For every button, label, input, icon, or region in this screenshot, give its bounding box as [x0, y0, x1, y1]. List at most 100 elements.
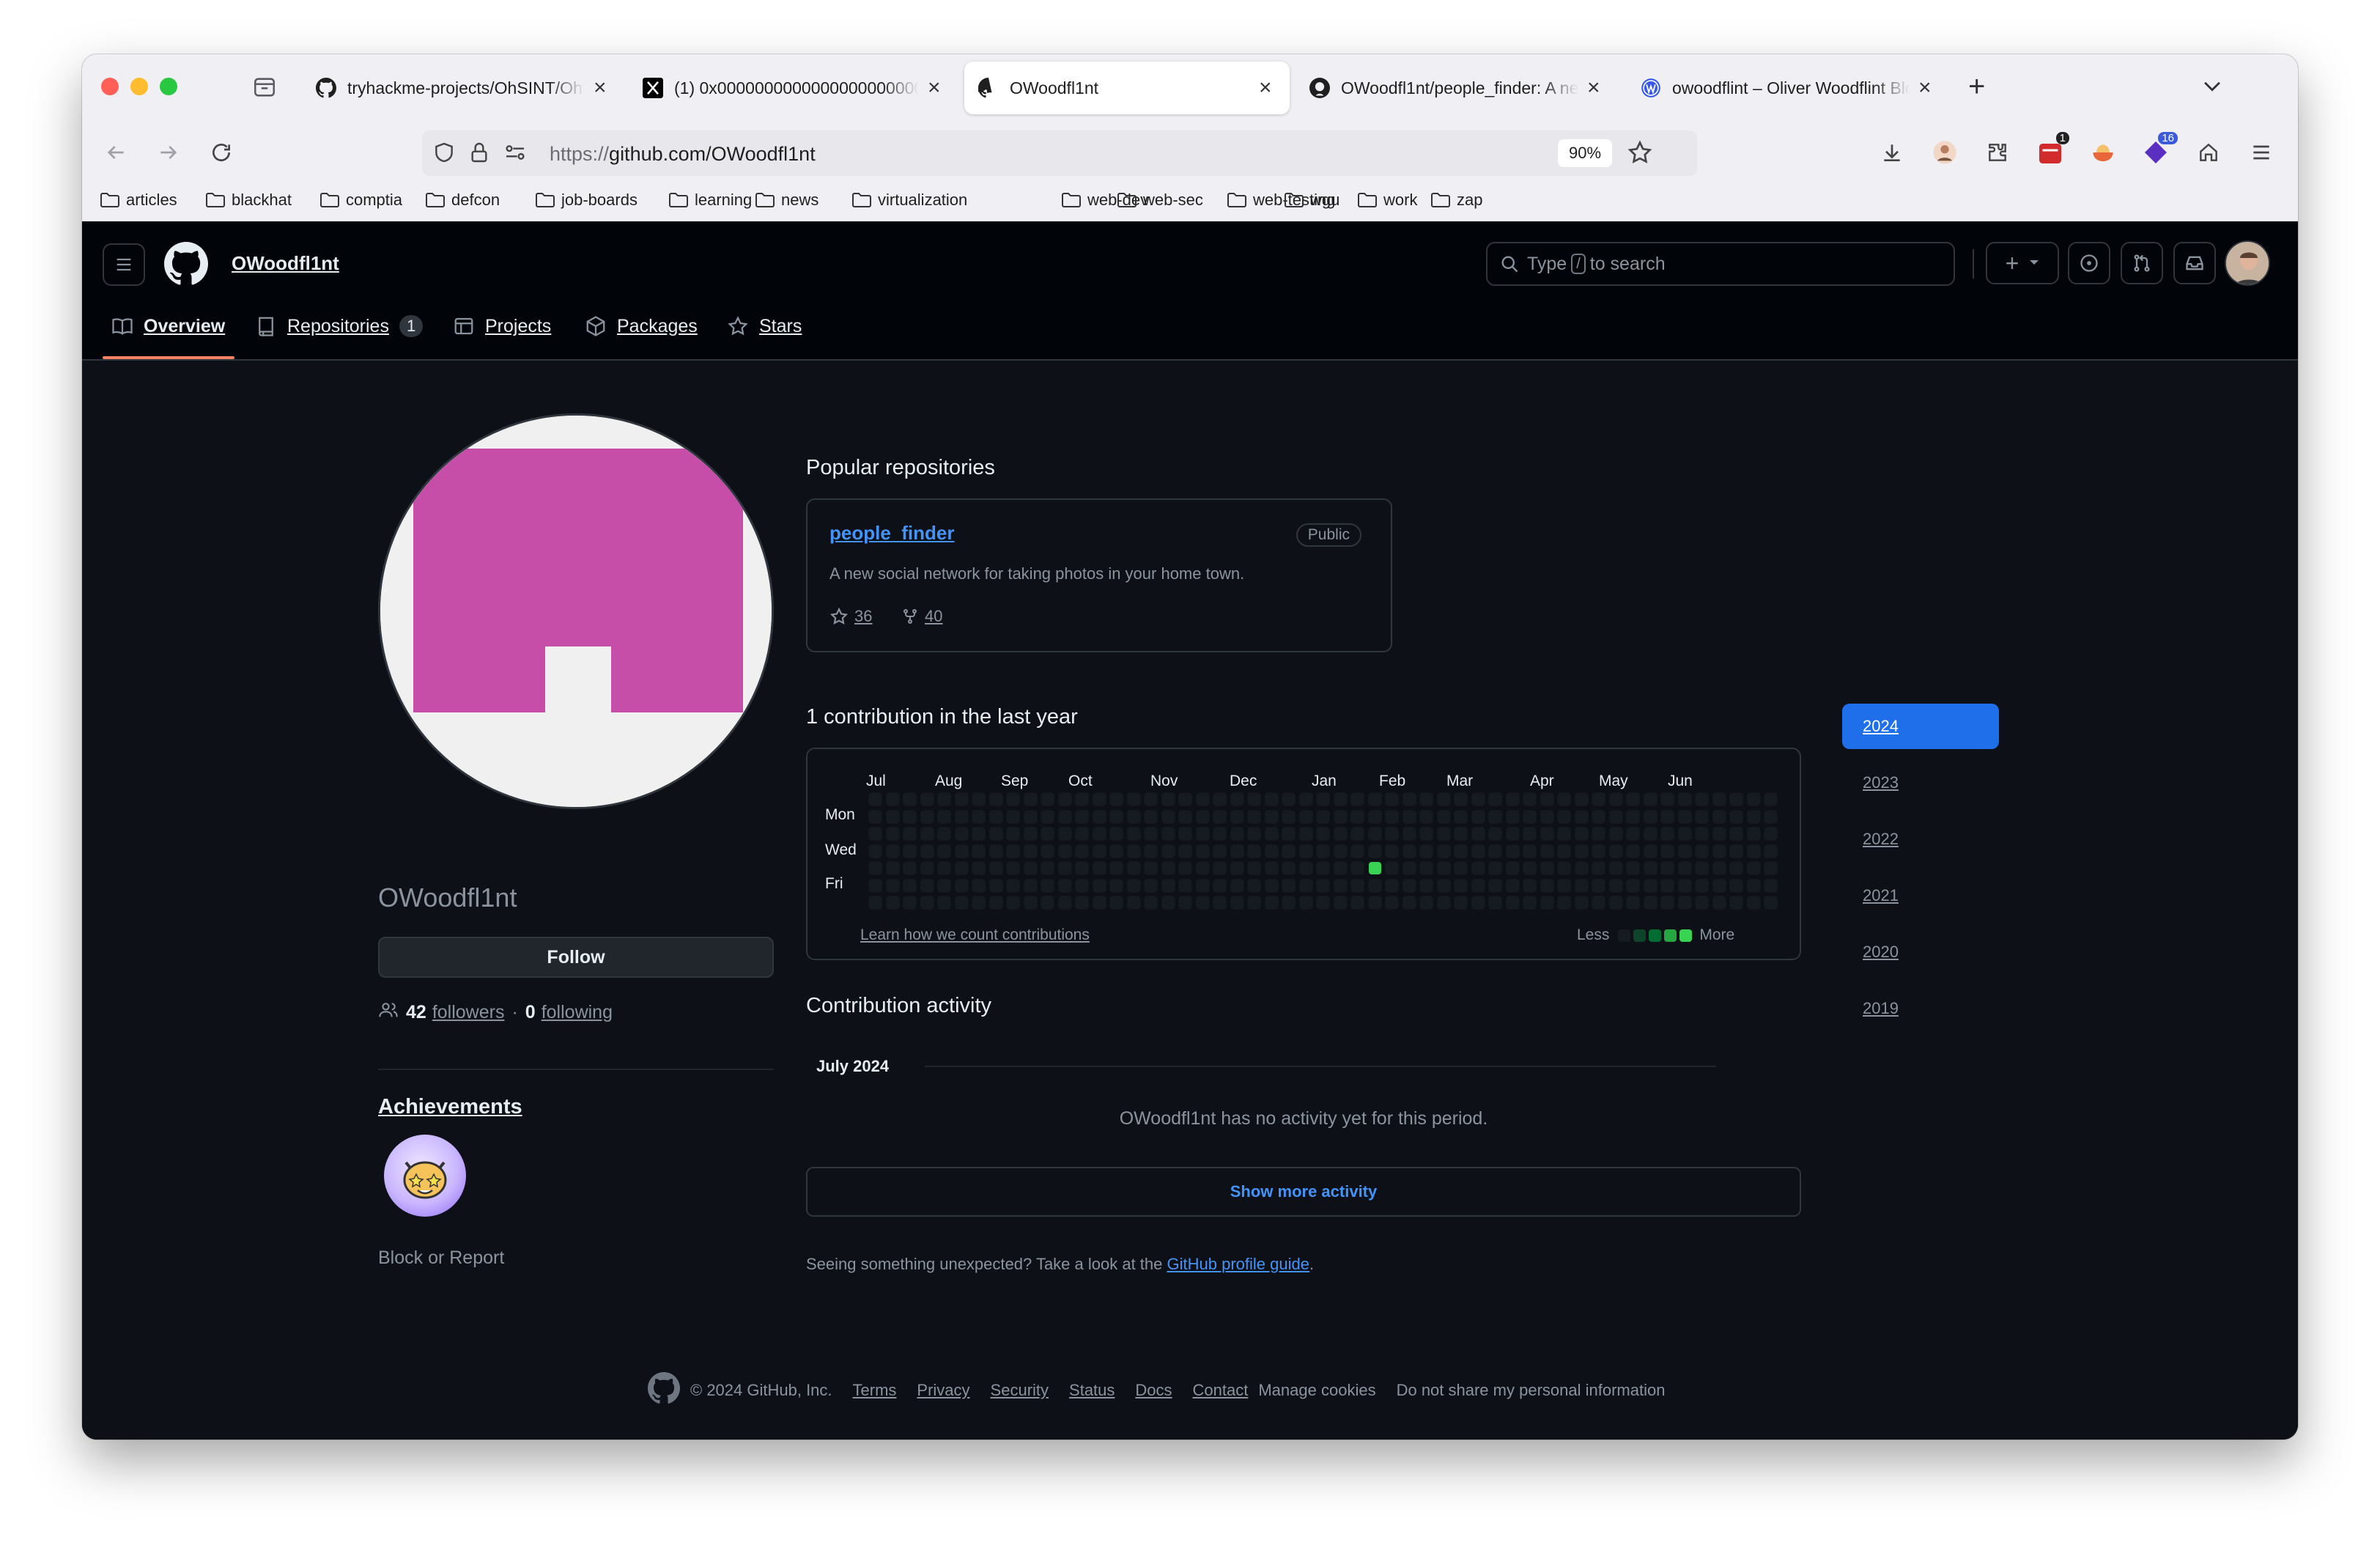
- contribution-cell[interactable]: [1007, 810, 1019, 823]
- contribution-cell[interactable]: [1196, 793, 1209, 806]
- contribution-cell[interactable]: [1076, 862, 1088, 874]
- contribution-cell[interactable]: [1609, 844, 1622, 858]
- contribution-cell[interactable]: [1334, 844, 1347, 858]
- contribution-cell[interactable]: [1282, 810, 1295, 823]
- contribution-cell[interactable]: [1523, 793, 1536, 806]
- contribution-cell[interactable]: [1024, 810, 1037, 823]
- contribution-cell[interactable]: [1334, 879, 1347, 892]
- contribution-cell[interactable]: [1764, 844, 1777, 858]
- contribution-cell[interactable]: [886, 793, 899, 806]
- contribution-cell[interactable]: [1489, 793, 1501, 806]
- contribution-cell[interactable]: [1248, 793, 1260, 806]
- contribution-cell[interactable]: [1076, 896, 1088, 909]
- contribution-cell[interactable]: [1248, 828, 1260, 840]
- footer-link-docs[interactable]: Docs: [1135, 1381, 1172, 1400]
- contribution-cell[interactable]: [1334, 828, 1347, 840]
- contribution-cell[interactable]: [1317, 810, 1329, 823]
- contribution-cell[interactable]: [1317, 793, 1329, 806]
- contribution-cell[interactable]: [1471, 793, 1485, 806]
- contribution-cell[interactable]: [1145, 844, 1157, 858]
- show-more-activity-button[interactable]: Show more activity: [806, 1167, 1801, 1217]
- contribution-cell[interactable]: [1523, 879, 1536, 892]
- contribution-cell[interactable]: [1489, 879, 1501, 892]
- contribution-cell[interactable]: [1592, 862, 1605, 874]
- contribution-cell[interactable]: [1299, 810, 1312, 823]
- forward-arrow-icon[interactable]: [152, 136, 185, 169]
- contribution-cell[interactable]: [1299, 793, 1312, 806]
- contribution-cell[interactable]: [1248, 844, 1260, 858]
- contribution-cell[interactable]: [1661, 810, 1674, 823]
- extensions-puzzle-icon[interactable]: [1981, 136, 2014, 169]
- tab-list-chevron-icon[interactable]: [2200, 73, 2225, 102]
- contribution-cell[interactable]: [1558, 828, 1570, 840]
- contribution-cell[interactable]: [1575, 828, 1588, 840]
- github-logo-icon[interactable]: [164, 242, 208, 290]
- tab-owoodfl1nt-active[interactable]: OWoodfl1nt ×: [964, 62, 1290, 114]
- contribution-cell[interactable]: [1299, 828, 1312, 840]
- contribution-cell[interactable]: [1179, 844, 1191, 858]
- contribution-cell[interactable]: [1644, 862, 1657, 874]
- contribution-cell[interactable]: [1351, 793, 1364, 806]
- contribution-cell[interactable]: [1558, 862, 1570, 874]
- contribution-cell[interactable]: [1455, 879, 1467, 892]
- contribution-cell[interactable]: [1230, 828, 1243, 840]
- contribution-cell[interactable]: [1265, 844, 1278, 858]
- contribution-cell[interactable]: [1213, 879, 1226, 892]
- bookmark-job-boards[interactable]: job-boards: [535, 191, 638, 210]
- contribution-cell[interactable]: [1644, 879, 1657, 892]
- contribution-cell[interactable]: [1712, 828, 1726, 840]
- bookmark-virtualization[interactable]: virtualization: [851, 191, 967, 210]
- contribution-cell[interactable]: [1299, 862, 1312, 874]
- header-username-link[interactable]: OWoodfl1nt: [232, 252, 339, 275]
- contribution-cell[interactable]: [1265, 828, 1278, 840]
- contribution-cell[interactable]: [1179, 810, 1191, 823]
- contribution-cell[interactable]: [1523, 810, 1536, 823]
- contribution-cell[interactable]: [1196, 844, 1209, 858]
- contribution-cell[interactable]: [1506, 828, 1519, 840]
- contribution-cell[interactable]: [1282, 896, 1295, 909]
- bookmark-comptia[interactable]: comptia: [319, 191, 402, 210]
- contribution-cell[interactable]: [1455, 896, 1467, 909]
- contribution-cell[interactable]: [938, 810, 950, 823]
- contribution-cell[interactable]: [1437, 862, 1450, 874]
- contribution-cell[interactable]: [1058, 862, 1071, 874]
- contribution-cell[interactable]: [903, 844, 916, 858]
- contribution-cell[interactable]: [1712, 879, 1726, 892]
- contribution-cell[interactable]: [1386, 793, 1398, 806]
- contribution-cell[interactable]: [903, 810, 916, 823]
- contribution-cell[interactable]: [886, 810, 899, 823]
- contribution-cell[interactable]: [989, 862, 1002, 874]
- contribution-cell[interactable]: [1696, 879, 1708, 892]
- contribution-cell[interactable]: [1437, 828, 1450, 840]
- contribution-cell[interactable]: [989, 828, 1002, 840]
- contribution-cell[interactable]: [1127, 828, 1140, 840]
- contribution-cell[interactable]: [903, 879, 916, 892]
- contribution-cell[interactable]: [972, 844, 985, 858]
- footer-link-security[interactable]: Security: [991, 1381, 1049, 1400]
- contribution-cell[interactable]: [1609, 896, 1622, 909]
- contribution-cell[interactable]: [989, 896, 1002, 909]
- contribution-cell[interactable]: [1471, 844, 1485, 858]
- block-or-report-link[interactable]: Block or Report: [378, 1247, 504, 1269]
- contribution-cell[interactable]: [920, 844, 934, 858]
- contribution-cell[interactable]: [1627, 844, 1639, 858]
- contribution-cell[interactable]: [1248, 862, 1260, 874]
- contribution-cell[interactable]: [1093, 793, 1106, 806]
- contribution-cell[interactable]: [1213, 793, 1226, 806]
- contribution-cell[interactable]: [1678, 793, 1691, 806]
- contribution-cell[interactable]: [1076, 793, 1088, 806]
- contribution-cell[interactable]: [1540, 828, 1553, 840]
- contribution-cell[interactable]: [903, 793, 916, 806]
- close-tab-icon[interactable]: ×: [1587, 77, 1605, 99]
- contribution-cell[interactable]: [1024, 896, 1037, 909]
- contribution-cell[interactable]: [938, 896, 950, 909]
- contribution-cell[interactable]: [1489, 810, 1501, 823]
- contribution-cell[interactable]: [1455, 828, 1467, 840]
- bookmark-articles[interactable]: articles: [100, 191, 177, 210]
- contribution-cell[interactable]: [1644, 810, 1657, 823]
- account-avatar-icon[interactable]: [1929, 136, 1961, 169]
- url-text[interactable]: https://github.com/OWoodfl1nt: [550, 143, 816, 166]
- contribution-cell[interactable]: [1540, 896, 1553, 909]
- contribution-cell[interactable]: [938, 862, 950, 874]
- contribution-cell[interactable]: [1558, 793, 1570, 806]
